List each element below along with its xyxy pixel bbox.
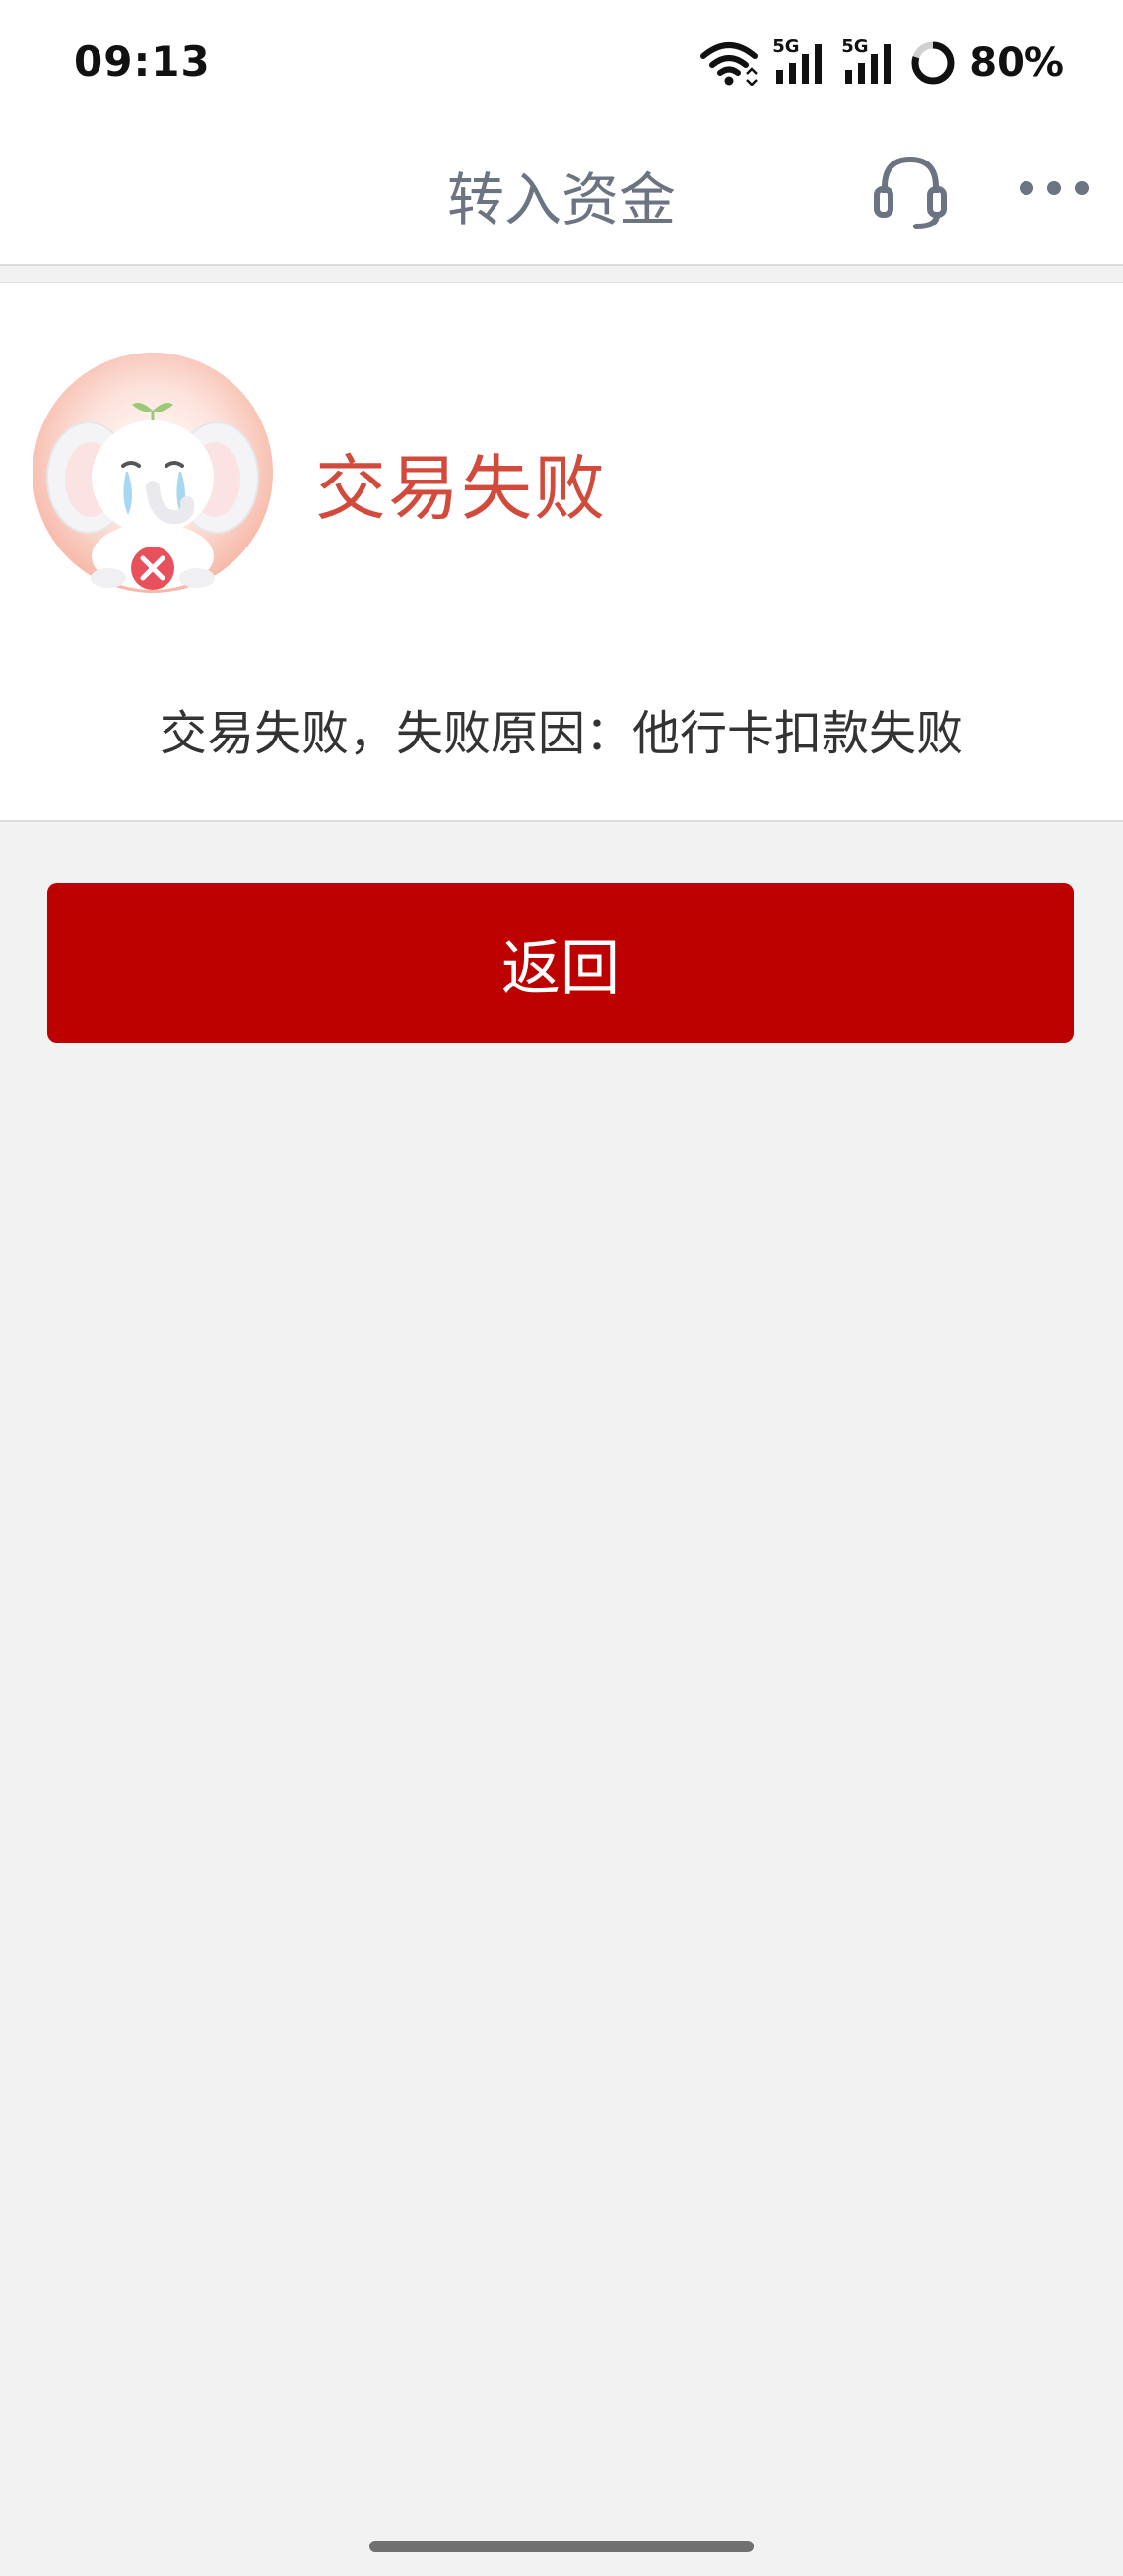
headset-icon[interactable]	[871, 150, 950, 232]
home-indicator[interactable]	[369, 2541, 754, 2552]
more-dots-icon[interactable]	[1015, 173, 1093, 203]
result-card: 交易失败 交易失败，失败原因：他行卡扣款失败	[0, 283, 1123, 822]
return-button[interactable]: 返回	[47, 883, 1074, 1043]
signal-5g-icon: 5G	[772, 36, 827, 86]
page-title: 转入资金	[446, 166, 676, 233]
status-icons: 5G 5G 80%	[699, 35, 1064, 91]
battery-ring-icon	[911, 41, 955, 85]
sad-elephant-icon	[33, 353, 273, 593]
status-bar: 09:13 5G 5G 80%	[0, 0, 1123, 126]
status-time: 09:13	[74, 37, 211, 86]
signal-5g-icon: 5G	[841, 36, 896, 86]
divider	[0, 266, 1123, 283]
wifi-icon	[700, 42, 759, 86]
battery-level: 80%	[969, 40, 1064, 86]
result-reason: 交易失败，失败原因：他行卡扣款失败	[159, 706, 963, 761]
nav-bar: 转入资金	[0, 126, 1123, 266]
result-status: 交易失败	[315, 447, 608, 530]
